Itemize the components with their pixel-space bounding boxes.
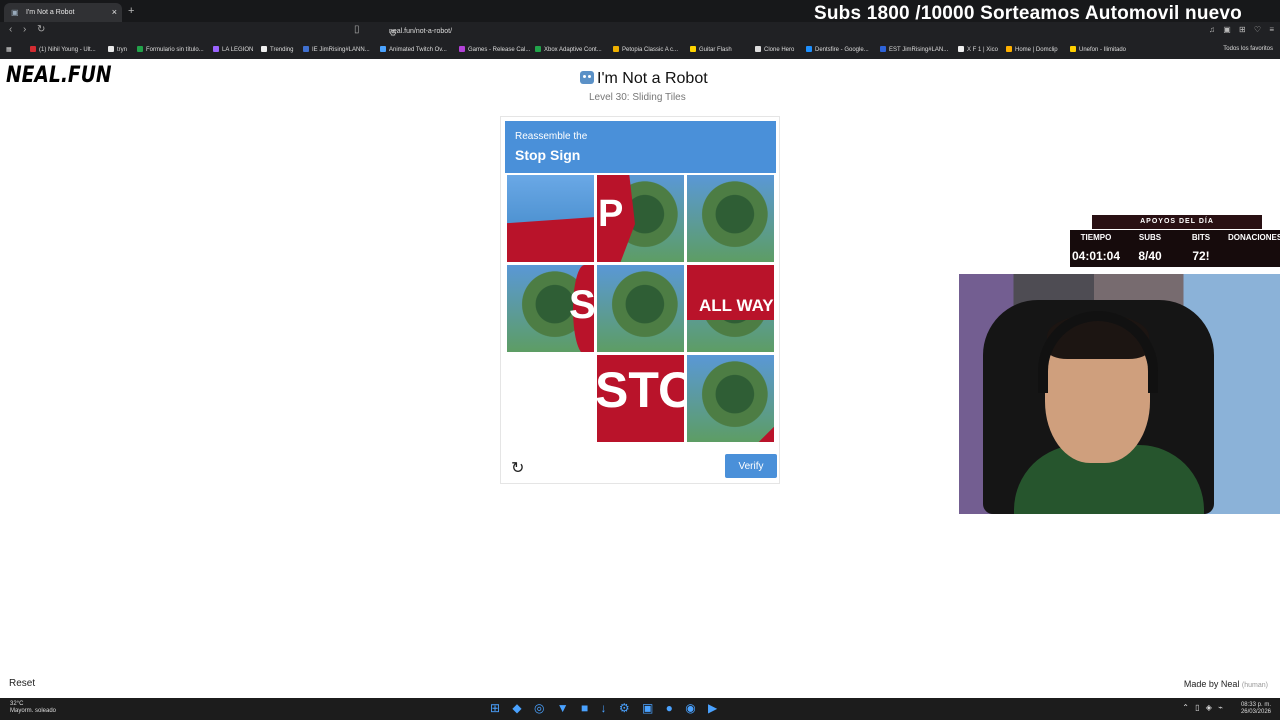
browser-toolbar: ‹ › ↻ ▯ ⚙ neal.fun/not-a-robot/ ♫ ▣ ⊞ ♡ …	[0, 22, 1280, 41]
bookmark-icon[interactable]: ▯	[354, 24, 360, 35]
verify-button[interactable]: Verify	[725, 454, 777, 478]
donations-label: DONACIONES	[1228, 233, 1280, 242]
target-text: Stop Sign	[515, 147, 581, 163]
taskbar-app-icons[interactable]: ⊞ ◆ ◎ ▼ ■ ↓ ⚙ ▣ ● ◉ ▶	[490, 701, 717, 715]
tile-sign-text: ALL WAY	[699, 296, 774, 315]
captcha-panel: Reassemble the Stop Sign P S ALL WAY STO…	[500, 116, 780, 484]
forward-icon[interactable]: ›	[23, 24, 26, 35]
tile-sign-text: STO	[596, 362, 684, 418]
weather-condition: Mayorm. soleado	[10, 708, 57, 714]
bookmark-1[interactable]: (1) Nihil Young - Ult...	[30, 46, 96, 53]
system-tray-icons[interactable]: ⌃ ▯ ◈ ⌁	[1182, 703, 1223, 712]
temperature: 32°C	[10, 701, 24, 707]
all-favorites[interactable]: Todos los favoritos	[1223, 46, 1273, 52]
tile-all-way[interactable]: ALL WAY	[686, 264, 775, 353]
tile-sign-s[interactable]: S	[506, 264, 595, 353]
bookmark-11[interactable]: Guitar Flash	[690, 46, 732, 53]
apps-icon[interactable]: ▦	[6, 46, 12, 53]
tile-sign-top-left[interactable]	[506, 174, 595, 263]
bookmark-5[interactable]: Trending	[261, 46, 293, 53]
reload-icon[interactable]: ↻	[37, 24, 45, 35]
sliding-tile-grid[interactable]: P S ALL WAY STO	[506, 174, 776, 444]
subs-label: SUBS	[1138, 233, 1162, 242]
bookmark-4[interactable]: LA LEGION	[213, 46, 253, 53]
robot-icon	[580, 71, 594, 84]
weather-widget[interactable]: 32°C Mayorm. soleado	[10, 701, 56, 715]
refresh-icon[interactable]: ↻	[511, 458, 524, 478]
empty-tile-space[interactable]	[506, 354, 595, 443]
back-icon[interactable]: ‹	[9, 24, 12, 35]
bookmark-16[interactable]: Home | Domclip	[1006, 46, 1058, 53]
taskbar-clock[interactable]: 08:33 p. m. 26/03/2026	[1241, 702, 1271, 716]
bits-label: BITS	[1191, 233, 1211, 242]
bookmark-15[interactable]: X F 1 | Xico	[958, 46, 998, 53]
tile-tree-bottom-right[interactable]	[686, 354, 775, 443]
bookmark-13[interactable]: Dentsfire - Google...	[806, 46, 869, 53]
browser-extension-icons[interactable]: ♫ ▣ ⊞ ♡ ≡	[1209, 25, 1274, 34]
windows-taskbar: 32°C Mayorm. soleado ⊞ ◆ ◎ ▼ ■ ↓ ⚙ ▣ ● ◉…	[0, 698, 1280, 720]
subs-value: 8/40	[1138, 249, 1162, 263]
bits-value: 72!	[1192, 249, 1210, 263]
close-icon[interactable]: ×	[112, 7, 117, 17]
stream-stats: TIEMPO 04:01:04 SUBS 8/40 BITS 72! DONAC…	[1070, 230, 1280, 267]
site-logo[interactable]: NEAL.FUN	[6, 63, 112, 88]
bookmark-6[interactable]: IE JimRising#LANN...	[303, 46, 370, 53]
webcam-overlay	[959, 274, 1280, 514]
tile-sign-p[interactable]: P	[596, 174, 685, 263]
tile-letter: P	[598, 193, 624, 235]
tile-tree-center[interactable]	[596, 264, 685, 353]
bookmark-12[interactable]: Clone Hero	[755, 46, 794, 53]
page-title: I'm Not a Robot	[580, 70, 708, 88]
tile-sign-sto[interactable]: STO	[596, 354, 685, 443]
tile-tree-top-right[interactable]	[686, 174, 775, 263]
bookmark-8[interactable]: Games - Release Cal...	[459, 46, 530, 53]
donations-value	[1228, 242, 1280, 249]
new-tab-icon[interactable]: +	[128, 5, 134, 17]
tile-letter: S	[569, 283, 595, 327]
instruction-text: Reassemble the	[515, 131, 588, 142]
tab-not-a-robot[interactable]: ▣ I'm Not a Robot ×	[4, 3, 122, 22]
browser-chrome: ▣ I'm Not a Robot × + Subs 1800 /10000 S…	[0, 0, 1280, 59]
bookmarks-bar: ▦ (1) Nihil Young - Ult... tryn Formular…	[0, 41, 1280, 59]
tab-bar: ▣ I'm Not a Robot × + Subs 1800 /10000 S…	[0, 0, 1280, 24]
tab-title: I'm Not a Robot	[26, 9, 75, 16]
bookmark-9[interactable]: Xbox Adaptive Cont...	[535, 46, 602, 53]
bookmark-7[interactable]: Animated Twitch Ov...	[380, 46, 447, 53]
bookmark-3[interactable]: Formulario sin título...	[137, 46, 204, 53]
robot-tab-icon: ▣	[11, 8, 19, 17]
address-bar[interactable]: ⚙ neal.fun/not-a-robot/	[370, 25, 900, 39]
bookmark-14[interactable]: EST JimRising#LAN...	[880, 46, 948, 53]
captcha-header: Reassemble the Stop Sign	[505, 121, 776, 173]
time-value: 04:01:04	[1071, 249, 1121, 263]
made-by-credit[interactable]: Made by Neal (human)	[1184, 679, 1268, 689]
support-title: APOYOS DEL DÍA	[1092, 215, 1262, 229]
bookmark-2[interactable]: tryn	[108, 46, 127, 53]
bookmark-10[interactable]: Petopia Classic A c...	[613, 46, 678, 53]
url-text: neal.fun/not-a-robot/	[389, 28, 453, 35]
level-subtitle: Level 30: Sliding Tiles	[589, 92, 686, 103]
reset-button[interactable]: Reset	[9, 678, 35, 689]
bookmark-17[interactable]: Unefon - Ilimitado	[1070, 46, 1126, 53]
time-label: TIEMPO	[1080, 233, 1112, 242]
